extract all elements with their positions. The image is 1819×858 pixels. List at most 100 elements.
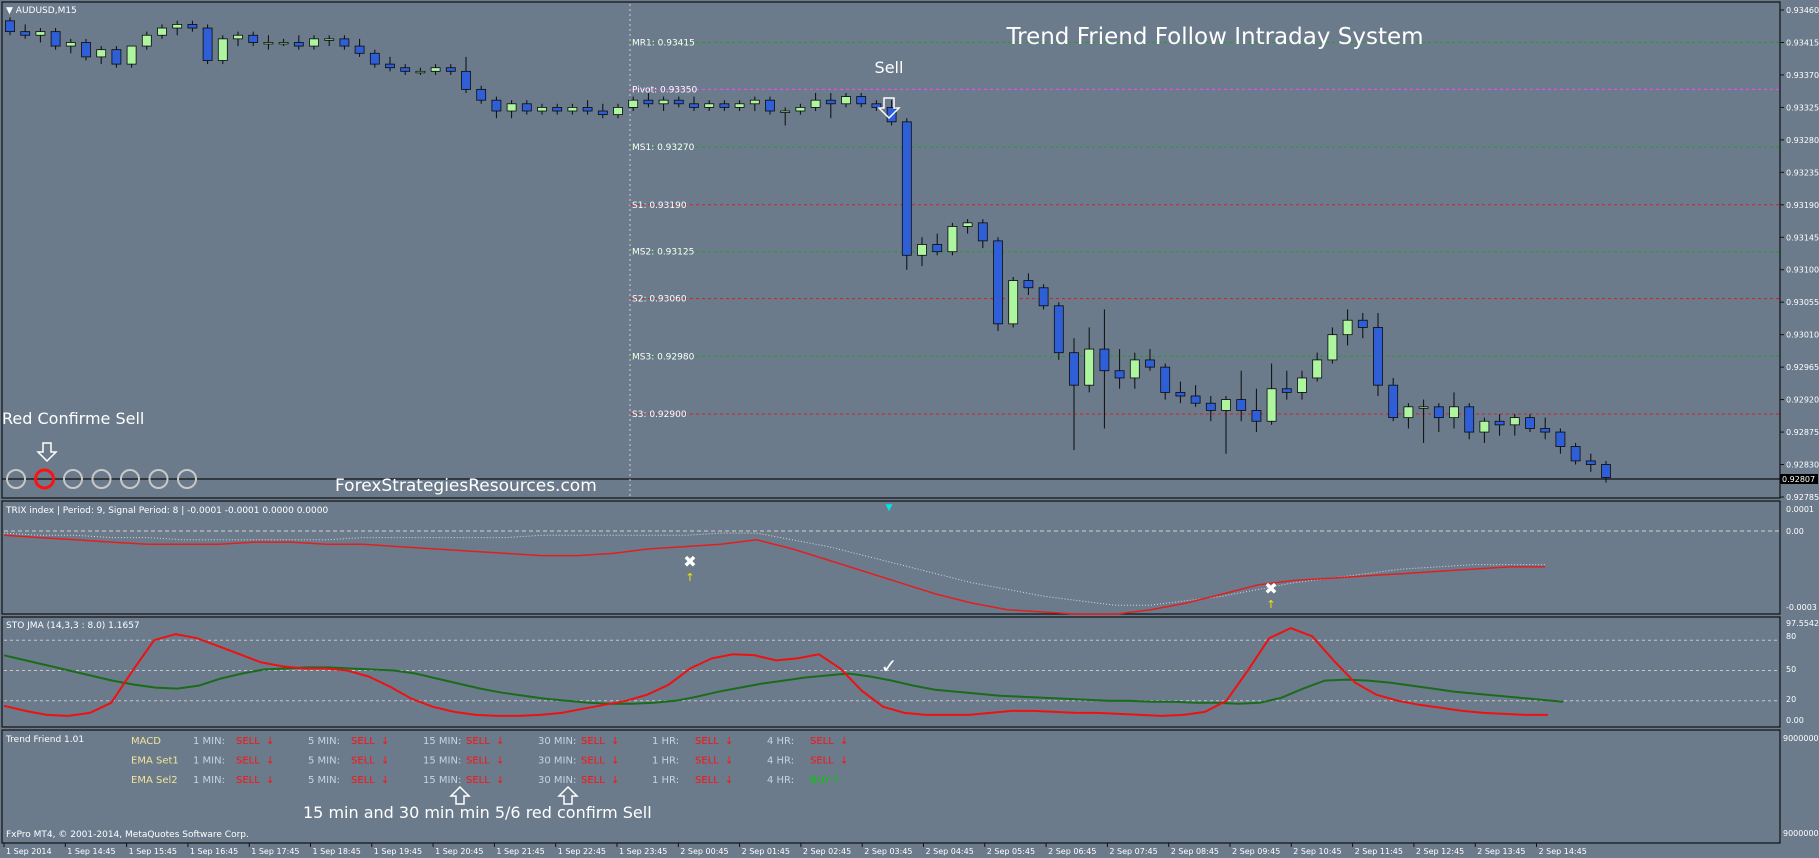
candle-body bbox=[369, 52, 380, 65]
chart-title: Trend Friend Follow Intraday System bbox=[1005, 24, 1423, 50]
sell-signal: SELL bbox=[695, 775, 719, 786]
timeframe-label: 1 MIN: bbox=[193, 775, 225, 786]
timeframe-label: 15 MIN: bbox=[423, 756, 461, 767]
down-arrow-icon: ↓ bbox=[381, 736, 389, 747]
candle-body bbox=[217, 38, 228, 61]
timeframe-label: 1 MIN: bbox=[193, 736, 225, 747]
down-arrow-icon: ↓ bbox=[725, 736, 733, 747]
timeframe-label: 4 HR: bbox=[767, 756, 794, 767]
candle-body bbox=[111, 49, 122, 65]
sell-signal: SELL bbox=[236, 736, 260, 747]
trix-tick-zero: 0.00 bbox=[1786, 527, 1804, 536]
candle-body bbox=[1312, 359, 1323, 379]
trading-chart: R1: 0.93480 MR1: 0.93415 Pivot: 0.93350 MS1… bbox=[0, 0, 1819, 858]
sell-signal: SELL bbox=[581, 756, 605, 767]
timeframe-label: 1 HR: bbox=[652, 756, 679, 767]
price-tick-label: 0.93145 bbox=[1786, 233, 1819, 242]
sell-signal: SELL bbox=[236, 756, 260, 767]
time-tick-label: 2 Sep 10:45 bbox=[1293, 847, 1341, 856]
candle-body bbox=[324, 38, 335, 41]
time-tick-label: 2 Sep 04:45 bbox=[926, 847, 974, 856]
down-arrow-icon: ↓ bbox=[266, 775, 274, 786]
price-tick-label: 0.93055 bbox=[1786, 298, 1819, 307]
down-arrow-icon: ↓ bbox=[611, 736, 619, 747]
sell-signal: SELL bbox=[466, 736, 490, 747]
watermark: ForexStrategiesResources.com bbox=[335, 476, 597, 496]
candle-body bbox=[993, 240, 1003, 325]
trix-tick-bottom: -0.0003 bbox=[1786, 603, 1817, 612]
time-tick-label: 2 Sep 08:45 bbox=[1171, 847, 1219, 856]
candle-body bbox=[856, 96, 867, 105]
candle-body bbox=[810, 99, 821, 108]
candle-body bbox=[278, 42, 289, 45]
current-price: 0.92807 bbox=[1782, 475, 1815, 484]
candle-body bbox=[141, 34, 152, 47]
candle-body bbox=[1464, 406, 1475, 433]
time-tick-label: 2 Sep 12:45 bbox=[1416, 847, 1464, 856]
timeframe-label: 15 MIN: bbox=[423, 775, 461, 786]
check-mark-icon: ✓ bbox=[881, 654, 898, 678]
trend-row-name: MACD bbox=[131, 736, 161, 747]
pivot-level-label: MS3: 0.92980 bbox=[632, 352, 695, 362]
candle-body bbox=[1281, 388, 1292, 393]
candle-body bbox=[537, 107, 547, 112]
candle-body bbox=[1190, 395, 1201, 404]
time-tick-label: 2 Sep 00:45 bbox=[680, 847, 728, 856]
candle-body bbox=[1221, 399, 1231, 411]
candle-body bbox=[689, 103, 699, 108]
candle-body bbox=[932, 244, 943, 253]
candle-body bbox=[65, 42, 76, 47]
candle-body bbox=[50, 31, 61, 47]
time-tick-label: 1 Sep 2014 bbox=[6, 847, 52, 856]
time-tick-label: 2 Sep 07:45 bbox=[1109, 847, 1157, 856]
down-arrow-icon: ↓ bbox=[381, 775, 389, 786]
price-tick-label: 0.93190 bbox=[1786, 201, 1819, 210]
price-tick-label: 0.93370 bbox=[1786, 71, 1819, 80]
candle-body bbox=[1418, 406, 1429, 409]
price-tick-label: 0.93235 bbox=[1786, 168, 1819, 177]
candle-body bbox=[96, 49, 107, 58]
time-tick-label: 1 Sep 23:45 bbox=[619, 847, 667, 856]
candle-body bbox=[1008, 280, 1019, 325]
timeframe-label: 30 MIN: bbox=[538, 775, 576, 786]
trix-label: TRIX index | Period: 9, Signal Period: 8… bbox=[5, 506, 328, 516]
down-arrow-icon: ↓ bbox=[266, 736, 274, 747]
down-arrow-icon: ↓ bbox=[611, 775, 619, 786]
price-tick-label: 0.92830 bbox=[1786, 461, 1819, 470]
candle-body bbox=[1357, 319, 1368, 328]
candle-body bbox=[567, 107, 578, 112]
candle-body bbox=[1403, 406, 1414, 419]
candle-body bbox=[917, 244, 927, 256]
candle-body bbox=[1555, 431, 1566, 447]
timeframe-label: 5 MIN: bbox=[308, 775, 340, 786]
time-tick-label: 2 Sep 02:45 bbox=[803, 847, 851, 856]
candle-body bbox=[1160, 366, 1171, 393]
pivot-level-label: S3: 0.92900 bbox=[632, 410, 687, 420]
candle-body bbox=[1251, 410, 1262, 422]
trend-tick-bottom: 9000000 bbox=[1783, 829, 1819, 838]
pivot-level-label: Pivot: 0.93350 bbox=[632, 85, 697, 95]
cross-marker-icon: ✖ bbox=[1264, 579, 1277, 598]
candle-body bbox=[704, 103, 715, 108]
stoch-tick-top: 97.5542 bbox=[1786, 619, 1819, 628]
time-tick-label: 1 Sep 19:45 bbox=[374, 847, 422, 856]
candle-body bbox=[1449, 406, 1459, 419]
candle-body bbox=[658, 99, 669, 105]
trend-row-name: EMA Set1 bbox=[131, 756, 179, 767]
time-tick-label: 2 Sep 05:45 bbox=[987, 847, 1035, 856]
candle-body bbox=[506, 103, 517, 112]
copyright-text: FxPro MT4, © 2001-2014, MetaQuotes Softw… bbox=[6, 830, 249, 840]
candle-body bbox=[1373, 327, 1383, 386]
candle-body bbox=[81, 42, 91, 58]
red-confirm-text: Red Confirme Sell bbox=[2, 409, 144, 428]
down-arrow-icon: ↓ bbox=[381, 756, 389, 767]
trend-tick-top: 9000000 bbox=[1783, 734, 1819, 743]
candle-body bbox=[780, 110, 791, 113]
up-arrow-icon: ↑ bbox=[832, 775, 840, 786]
candle-body bbox=[977, 222, 988, 242]
candle-body bbox=[1069, 352, 1079, 386]
down-arrow-icon: ↓ bbox=[840, 736, 848, 747]
time-tick-label: 1 Sep 16:45 bbox=[190, 847, 238, 856]
price-tick-label: 0.93010 bbox=[1786, 331, 1819, 340]
pivot-level-label: MS2: 0.93125 bbox=[632, 248, 694, 258]
